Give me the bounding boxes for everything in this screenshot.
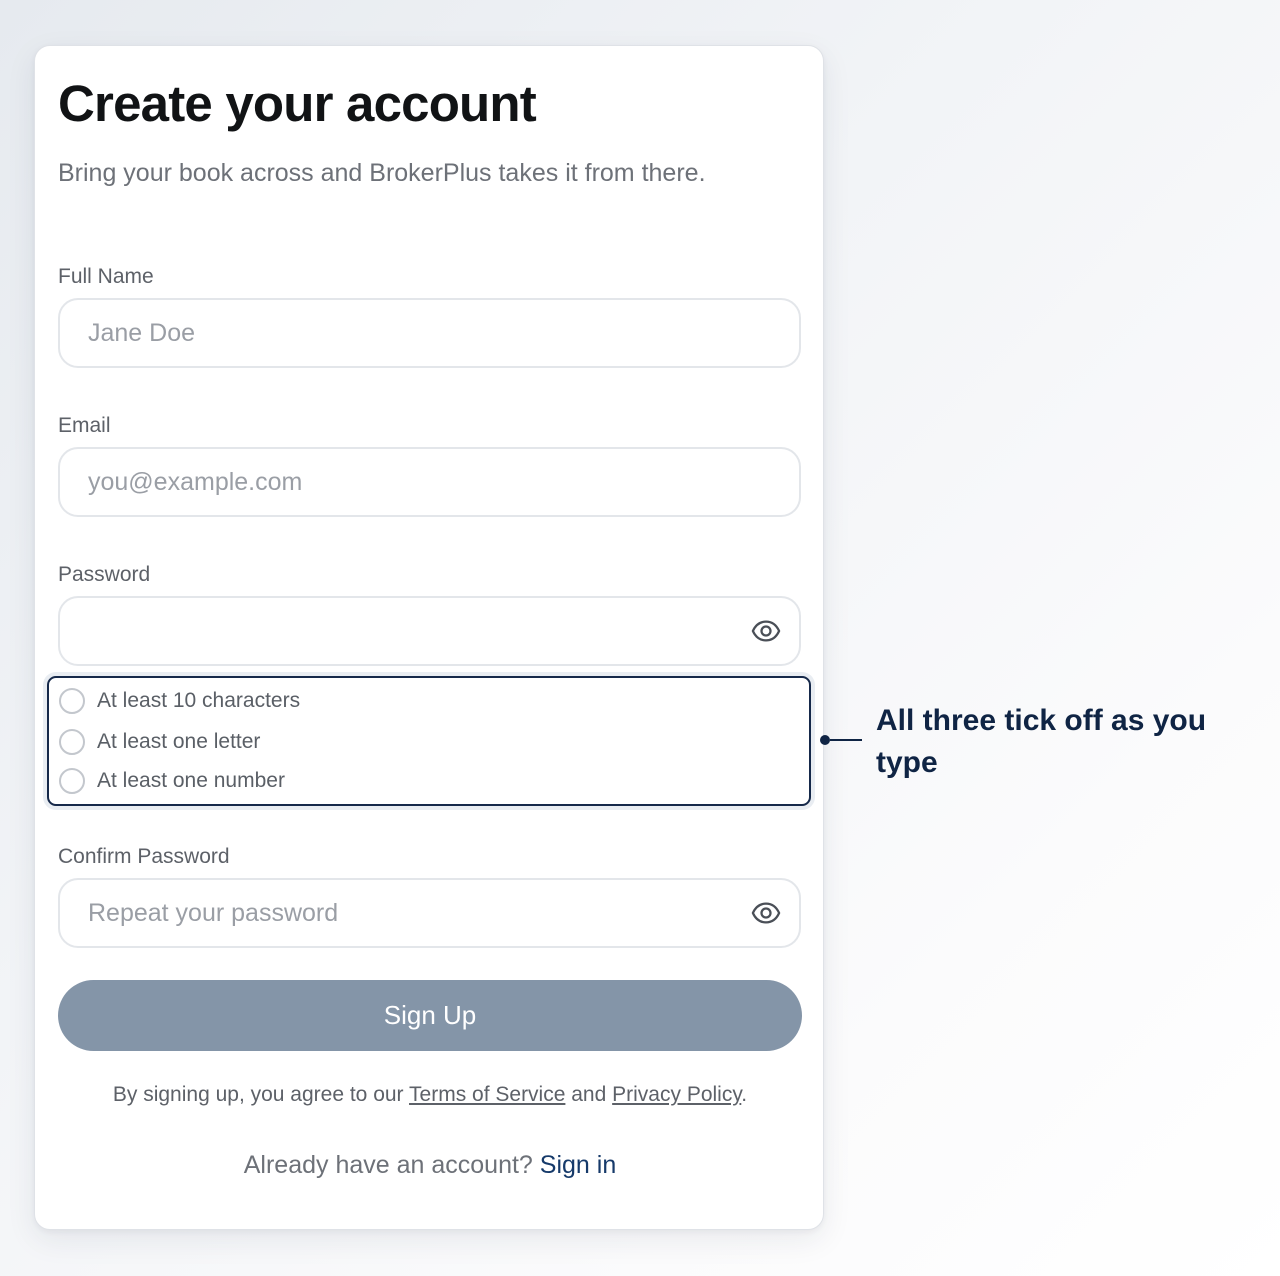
unchecked-circle-icon	[59, 729, 85, 755]
sign-up-button[interactable]: Sign Up	[58, 980, 802, 1051]
password-requirements: At least 10 characters At least one lett…	[47, 676, 811, 806]
requirement-min-length: At least 10 characters	[59, 688, 300, 714]
confirm-password-placeholder: Repeat your password	[88, 898, 339, 927]
requirement-label: At least one letter	[97, 730, 261, 753]
unchecked-circle-icon	[59, 768, 85, 794]
unchecked-circle-icon	[59, 688, 85, 714]
requirement-number: At least one number	[59, 768, 285, 794]
confirm-password-input[interactable]: Repeat your password	[58, 878, 801, 948]
eye-icon[interactable]	[751, 616, 781, 646]
callout-dot	[820, 735, 830, 745]
full-name-placeholder: Jane Doe	[88, 318, 196, 347]
page-subtitle: Bring your book across and BrokerPlus ta…	[58, 159, 706, 187]
callout-annotation: All three tick off as you type	[820, 700, 1260, 790]
privacy-link[interactable]: Privacy Policy	[612, 1083, 741, 1106]
requirement-letter: At least one letter	[59, 729, 260, 755]
full-name-label: Full Name	[58, 265, 154, 288]
terms-link[interactable]: Terms of Service	[409, 1083, 565, 1106]
email-placeholder: you@example.com	[88, 467, 303, 496]
confirm-password-label: Confirm Password	[58, 845, 230, 868]
legal-prefix: By signing up, you agree to our	[112, 1083, 404, 1106]
callout-connector	[830, 739, 862, 741]
signin-prompt-row: Already have an account? Sign in	[35, 1151, 825, 1180]
email-label: Email	[58, 414, 111, 437]
requirement-label: At least 10 characters	[97, 689, 301, 712]
eye-icon[interactable]	[751, 898, 781, 928]
sign-in-link[interactable]: Sign in	[540, 1151, 616, 1179]
full-name-input[interactable]: Jane Doe	[58, 298, 801, 368]
legal-notice: By signing up, you agree to our Terms of…	[35, 1083, 825, 1107]
password-label: Password	[58, 563, 151, 586]
email-input[interactable]: you@example.com	[58, 447, 801, 517]
password-input[interactable]	[58, 596, 801, 666]
callout-text: All three tick off as you type	[876, 704, 1207, 779]
page-title: Create your account	[58, 75, 537, 132]
signin-prompt: Already have an account?	[243, 1151, 533, 1179]
requirement-label: At least one number	[97, 769, 285, 792]
signup-card: Create your account Bring your book acro…	[34, 45, 824, 1230]
legal-joiner: and	[571, 1083, 607, 1106]
legal-suffix: .	[741, 1083, 748, 1106]
